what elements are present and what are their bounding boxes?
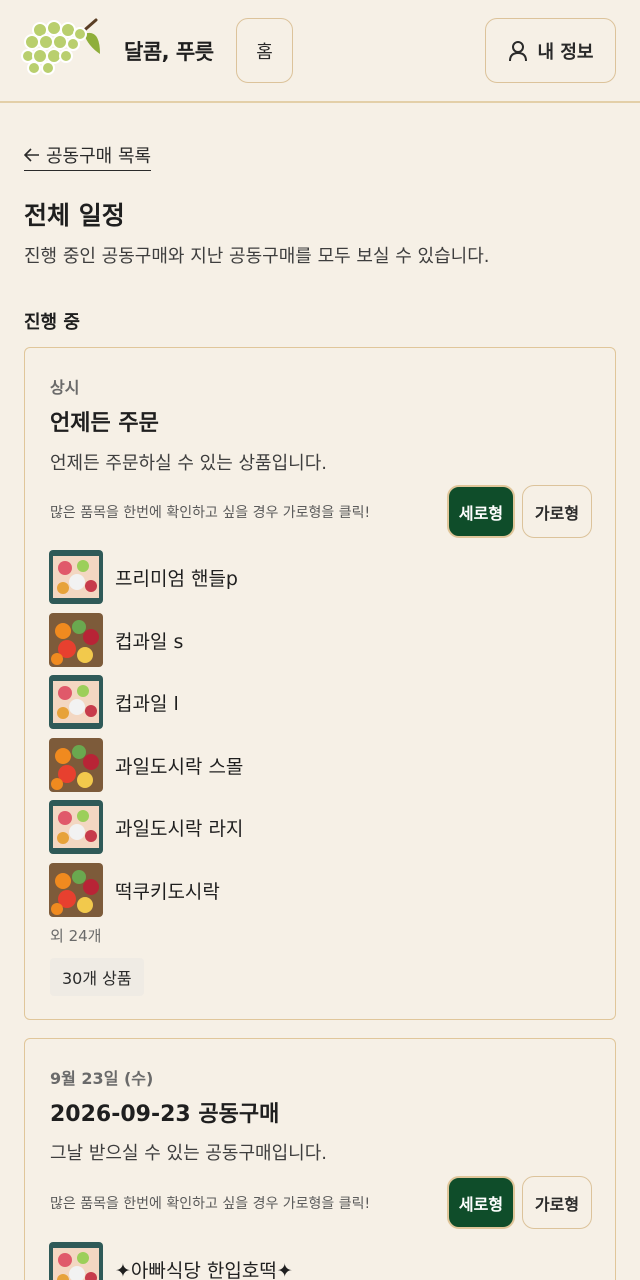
home-button[interactable]: 홈 — [236, 18, 293, 83]
item-name: 프리미엄 핸들p — [115, 567, 238, 590]
horizontal-view-button[interactable]: 가로형 — [522, 485, 592, 538]
list-item[interactable]: 과일도시락 라지 — [49, 800, 243, 854]
list-item[interactable]: 과일도시락 스몰 — [49, 738, 243, 792]
back-link-label: 공동구매 목록 — [46, 146, 152, 167]
card-tag: 9월 23일 (수) — [50, 1069, 154, 1088]
view-hint: 많은 품목을 한번에 확인하고 싶을 경우 가로형을 클릭! — [50, 1196, 371, 1212]
list-item[interactable]: 프리미엄 핸들p — [49, 550, 238, 604]
fruit-basket-icon — [49, 738, 103, 792]
card-title: 2026-09-23 공동구매 — [50, 1102, 280, 1127]
card-tag: 상시 — [50, 378, 80, 397]
fruit-box-icon — [49, 800, 103, 854]
item-name: ✦아빠식당 한입호떡✦ — [115, 1259, 293, 1280]
item-name: 떡쿠키도시락 — [115, 880, 220, 903]
fruit-basket-icon — [49, 863, 103, 917]
vertical-view-button[interactable]: 세로형 — [447, 485, 515, 538]
card-description: 언제든 주문하실 수 있는 상품입니다. — [50, 453, 328, 474]
arrow-left-icon — [24, 148, 39, 162]
my-info-button[interactable]: 내 정보 — [485, 18, 616, 83]
list-item[interactable]: 컵과일 l — [49, 675, 179, 729]
section-title-ongoing: 진행 중 — [24, 312, 80, 333]
app-header: 달콤, 푸릇 홈 내 정보 — [0, 0, 640, 103]
more-items-text: 외 24개 — [50, 927, 102, 945]
list-item[interactable]: ✦아빠식당 한입호떡✦ — [49, 1242, 293, 1280]
fruit-basket-icon — [49, 613, 103, 667]
card-description: 그날 받으실 수 있는 공동구매입니다. — [50, 1143, 328, 1164]
view-hint: 많은 품목을 한번에 확인하고 싶을 경우 가로형을 클릭! — [50, 505, 371, 521]
list-item[interactable]: 떡쿠키도시락 — [49, 863, 220, 917]
product-count-badge: 30개 상품 — [50, 958, 144, 996]
item-name: 컵과일 s — [115, 630, 184, 653]
card-title: 언제든 주문 — [50, 411, 159, 436]
fruit-box-icon — [49, 1242, 103, 1280]
page-title: 전체 일정 — [24, 201, 125, 230]
group-buy-card: 9월 23일 (수) 2026-09-23 공동구매 그날 받으실 수 있는 공… — [24, 1038, 616, 1280]
my-info-label: 내 정보 — [537, 41, 594, 63]
group-buy-card: 상시 언제든 주문 언제든 주문하실 수 있는 상품입니다. 많은 품목을 한번… — [24, 347, 616, 1020]
item-name: 과일도시락 스몰 — [115, 755, 244, 778]
horizontal-view-button[interactable]: 가로형 — [522, 1176, 592, 1229]
fruit-box-icon — [49, 550, 103, 604]
list-item[interactable]: 컵과일 s — [49, 613, 183, 667]
vertical-view-button[interactable]: 세로형 — [447, 1176, 515, 1229]
back-to-list-link[interactable]: 공동구매 목록 — [24, 142, 152, 171]
item-name: 컵과일 l — [115, 692, 179, 715]
user-icon — [508, 40, 527, 61]
grape-logo-icon[interactable] — [18, 16, 104, 78]
brand-name[interactable]: 달콤, 푸릇 — [124, 36, 214, 66]
fruit-box-icon — [49, 675, 103, 729]
page-description: 진행 중인 공동구매와 지난 공동구매를 모두 보실 수 있습니다. — [24, 246, 490, 267]
item-name: 과일도시락 라지 — [115, 817, 244, 840]
